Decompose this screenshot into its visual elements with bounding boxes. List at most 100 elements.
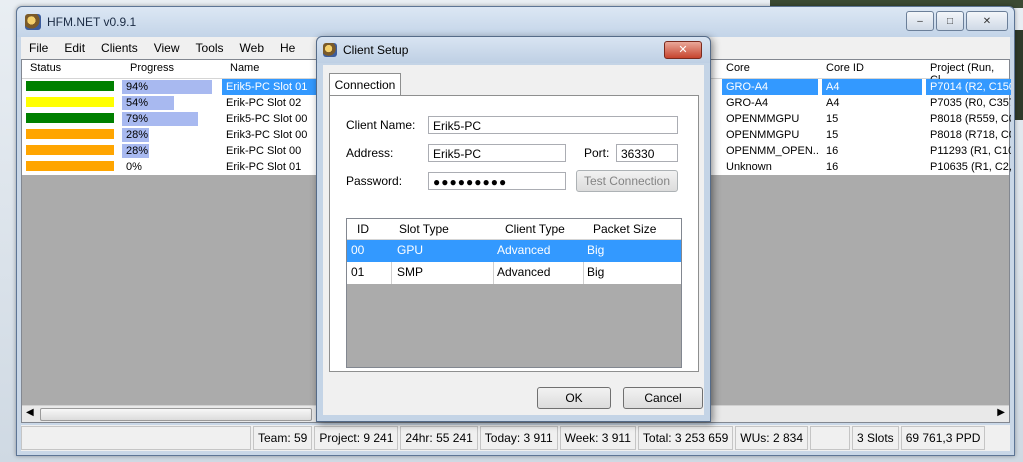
cancel-button[interactable]: Cancel — [623, 387, 703, 409]
slot-row[interactable]: 00 GPU Advanced Big — [347, 240, 681, 262]
slot-client-type: Advanced — [497, 243, 551, 257]
slot-client-type: Advanced — [497, 265, 551, 279]
core: GRO-A4 — [726, 97, 769, 109]
project: P8018 (R718, C0 — [930, 129, 1011, 141]
window-title: HFM.NET v0.9.1 — [47, 15, 137, 29]
core-id: 16 — [826, 161, 839, 173]
minimize-button[interactable]: – — [906, 11, 934, 31]
status-total: Total: 3 253 659 — [637, 426, 734, 450]
ok-button[interactable]: OK — [537, 387, 611, 409]
progress-text: 28% — [126, 129, 149, 141]
client-name: Erik5-PC Slot 01 — [222, 79, 318, 95]
slot-id: 00 — [351, 243, 365, 257]
connection-panel: Client Name: Erik5-PC Address: Erik5-PC … — [329, 95, 699, 372]
core: OPENMMGPU — [726, 113, 800, 125]
col-id[interactable]: ID — [357, 222, 369, 236]
client-setup-dialog: Client Setup ✕ Connection Client Name: E… — [316, 36, 711, 422]
menu-view[interactable]: View — [146, 41, 188, 55]
status-today: Today: 3 911 — [479, 426, 558, 450]
slot-packet-size: Big — [587, 243, 605, 257]
status-indicator — [26, 129, 114, 139]
status-indicator — [26, 145, 114, 155]
status-24hr: 24hr: 55 241 — [400, 426, 478, 450]
slot-table-header: ID Slot Type Client Type Packet Size — [347, 219, 681, 240]
col-client-type[interactable]: Client Type — [505, 222, 565, 236]
progress-text: 94% — [126, 81, 149, 93]
col-core-id[interactable]: Core ID — [826, 62, 864, 74]
slot-table: ID Slot Type Client Type Packet Size 00 … — [346, 218, 682, 368]
progress-text: 79% — [126, 113, 149, 125]
menu-help[interactable]: He — [272, 41, 303, 55]
project: P10635 (R1, C2, — [930, 161, 1011, 173]
menu-clients[interactable]: Clients — [93, 41, 146, 55]
close-button[interactable]: ✕ — [966, 11, 1008, 31]
client-name: Erik3-PC Slot 00 — [226, 129, 308, 141]
col-name[interactable]: Name — [230, 62, 259, 74]
status-slots: 3 Slots — [852, 426, 899, 450]
address-label: Address: — [346, 146, 394, 160]
status-spacer — [21, 426, 251, 450]
menu-web[interactable]: Web — [232, 41, 272, 55]
core: GRO-A4 — [722, 79, 818, 95]
title-bar: HFM.NET v0.9.1 – □ ✕ — [17, 7, 1014, 37]
core: OPENMMGPU — [726, 129, 800, 141]
menu-tools[interactable]: Tools — [188, 41, 232, 55]
core: Unknown — [726, 161, 772, 173]
col-status[interactable]: Status — [30, 62, 61, 74]
core-id: 15 — [826, 113, 839, 125]
dialog-close-button[interactable]: ✕ — [664, 41, 702, 59]
port-label: Port: — [584, 146, 610, 160]
column-divider — [391, 262, 392, 284]
progress-text: 0% — [126, 161, 142, 173]
progress-text: 28% — [126, 145, 149, 157]
status-blank — [810, 426, 850, 450]
scroll-thumb[interactable] — [40, 408, 312, 421]
col-packet-size[interactable]: Packet Size — [593, 222, 656, 236]
client-name: Erik5-PC Slot 00 — [226, 113, 308, 125]
col-slot-type[interactable]: Slot Type — [399, 222, 449, 236]
status-project: Project: 9 241 — [314, 426, 399, 450]
password-label: Password: — [346, 174, 403, 188]
slot-type: SMP — [397, 265, 424, 279]
status-indicator — [26, 81, 114, 91]
scroll-right-icon[interactable]: ▶ — [997, 407, 1005, 418]
core-id: 16 — [826, 145, 839, 157]
tab-connection[interactable]: Connection — [329, 73, 401, 96]
slot-id: 01 — [351, 265, 365, 279]
dialog-body: Connection Client Name: Erik5-PC Address… — [323, 65, 704, 415]
caption-buttons: – □ ✕ — [906, 11, 1008, 31]
client-name: Erik-PC Slot 01 — [226, 161, 302, 173]
port-field[interactable]: 36330 — [616, 144, 678, 162]
menu-edit[interactable]: Edit — [56, 41, 93, 55]
status-week: Week: 3 911 — [559, 426, 636, 450]
status-bar: Team: 59 Project: 9 241 24hr: 55 241 Tod… — [21, 425, 1010, 451]
password-field[interactable]: ●●●●●●●●● — [428, 172, 566, 190]
dialog-title: Client Setup — [343, 43, 409, 57]
app-icon — [323, 43, 337, 57]
progress-text: 54% — [126, 97, 149, 109]
core-id: A4 — [822, 79, 922, 95]
col-core[interactable]: Core — [726, 62, 750, 74]
test-connection-button[interactable]: Test Connection — [576, 170, 678, 192]
project: P8018 (R559, C0 — [930, 113, 1011, 125]
slot-type: GPU — [397, 243, 424, 257]
col-progress[interactable]: Progress — [130, 62, 174, 74]
maximize-button[interactable]: □ — [936, 11, 964, 31]
slot-row[interactable]: 01 SMP Advanced Big — [347, 262, 681, 284]
menu-file[interactable]: File — [21, 41, 56, 55]
client-name-field[interactable]: Erik5-PC — [428, 116, 678, 134]
status-indicator — [26, 113, 114, 123]
status-team: Team: 59 — [253, 426, 313, 450]
project: P7014 (R2, C150 — [926, 79, 1011, 95]
app-icon — [25, 14, 41, 30]
scroll-left-icon[interactable]: ◀ — [26, 407, 34, 418]
client-name-label: Client Name: — [346, 118, 416, 132]
column-divider — [583, 262, 584, 284]
address-field[interactable]: Erik5-PC — [428, 144, 566, 162]
status-ppd: 69 761,3 PPD — [900, 426, 986, 450]
status-indicator — [26, 161, 114, 171]
status-wus: WUs: 2 834 — [735, 426, 808, 450]
project: P7035 (R0, C357 — [930, 97, 1011, 109]
dialog-title-bar: Client Setup ✕ — [317, 37, 710, 63]
slot-packet-size: Big — [587, 265, 605, 279]
